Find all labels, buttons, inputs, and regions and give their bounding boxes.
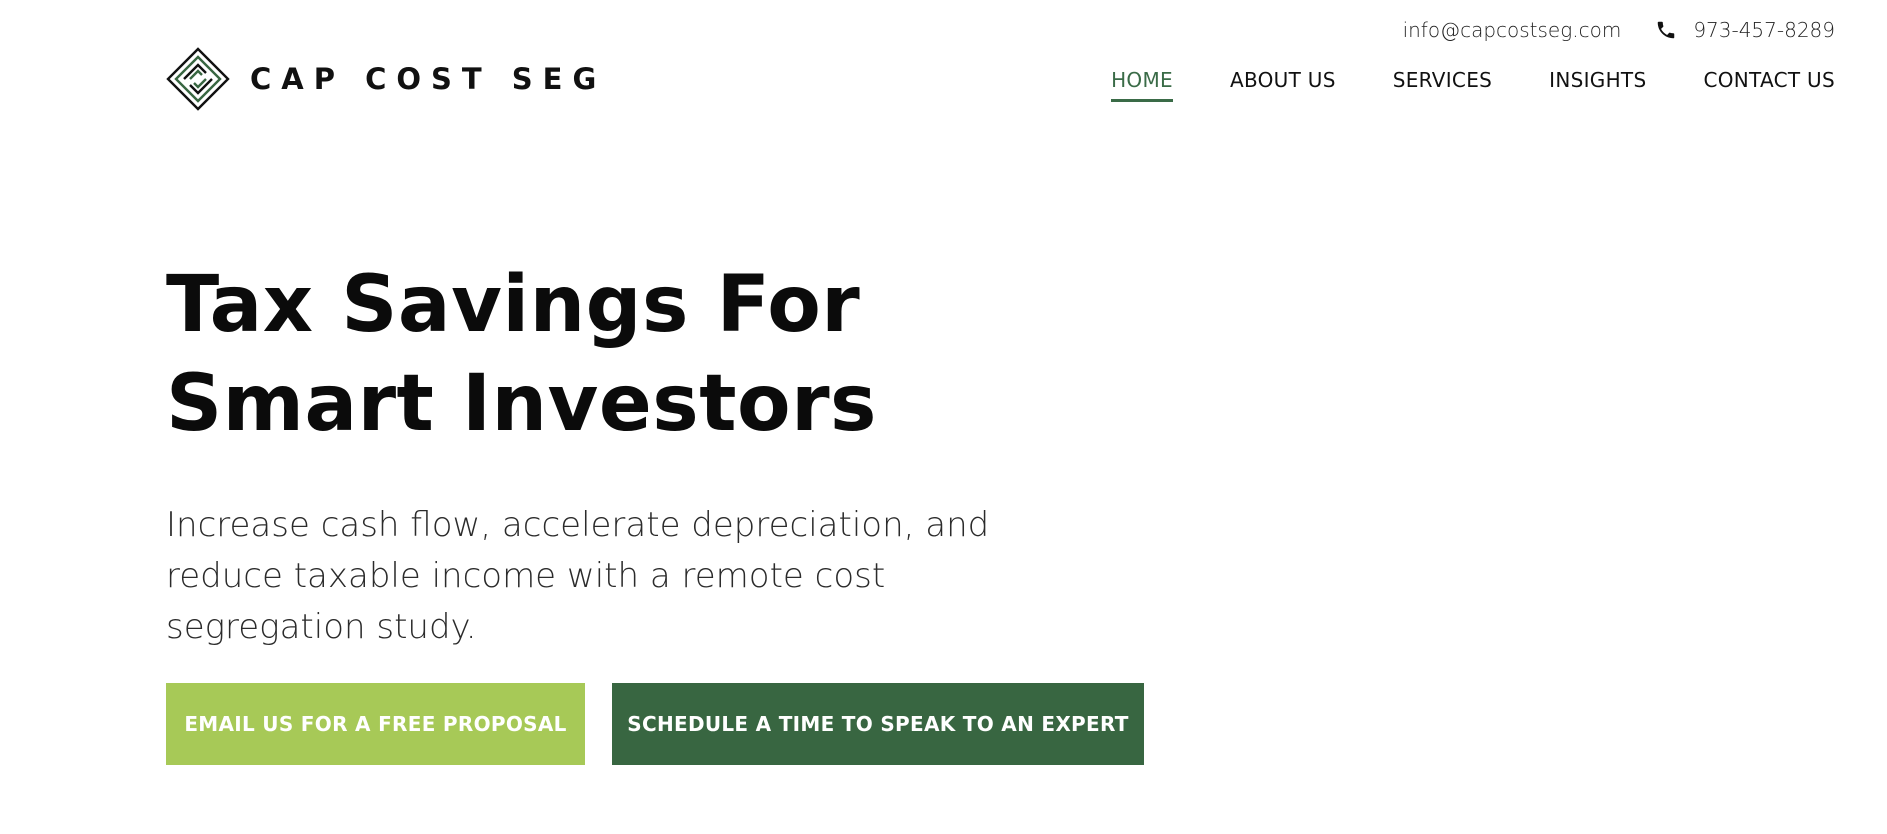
hero-subtitle: Increase cash flow, accelerate depreciat… — [166, 505, 990, 647]
hero-title: Tax Savings For Smart Investors — [166, 256, 926, 454]
logo-text: CAP COST SEG — [250, 62, 607, 96]
nav-home[interactable]: HOME — [1111, 68, 1173, 102]
phone-number: 973-457-8289 — [1693, 18, 1835, 42]
page: info@capcostseg.com 973-457-8289 CAP COS… — [0, 0, 1887, 834]
nav-about-us[interactable]: ABOUT US — [1230, 68, 1336, 98]
contact-bar: info@capcostseg.com 973-457-8289 — [1403, 18, 1835, 42]
hero-title-line1: Tax Savings For — [166, 260, 861, 350]
diamond-logo-icon — [166, 47, 230, 111]
main-nav: HOME ABOUT US SERVICES INSIGHTS CONTACT … — [1111, 68, 1835, 102]
nav-services[interactable]: SERVICES — [1393, 68, 1492, 98]
email-link[interactable]: info@capcostseg.com — [1403, 18, 1622, 42]
phone-icon — [1655, 19, 1677, 41]
logo[interactable]: CAP COST SEG — [166, 47, 606, 111]
email-proposal-button[interactable]: EMAIL US FOR A FREE PROPOSAL — [166, 683, 585, 765]
nav-contact-us[interactable]: CONTACT US — [1703, 68, 1835, 98]
nav-insights[interactable]: INSIGHTS — [1549, 68, 1646, 98]
hero-title-line2: Smart Investors — [166, 359, 877, 449]
phone-link[interactable]: 973-457-8289 — [1655, 18, 1835, 42]
schedule-expert-button[interactable]: SCHEDULE A TIME TO SPEAK TO AN EXPERT — [612, 683, 1144, 765]
